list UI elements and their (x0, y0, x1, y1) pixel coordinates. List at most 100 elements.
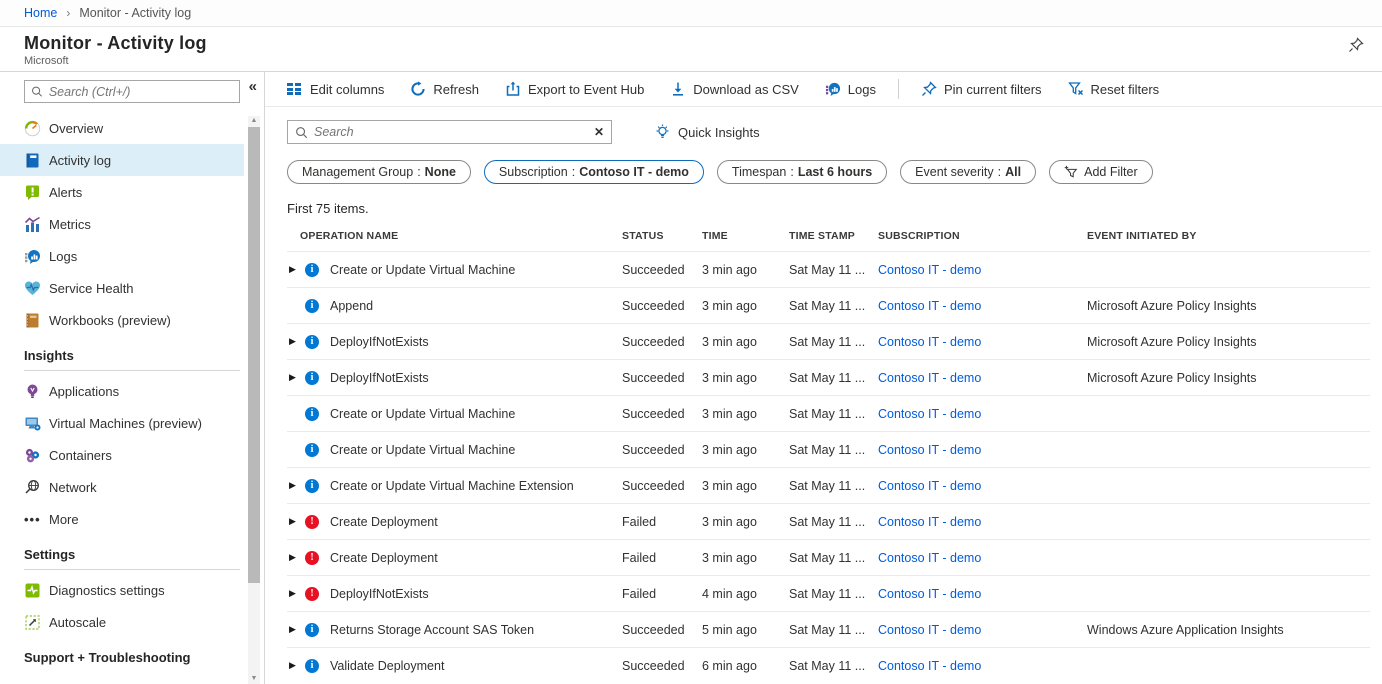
activity-search-input[interactable] (314, 125, 588, 139)
table-row[interactable]: ▶ i DeployIfNotExists Succeeded 3 min ag… (287, 359, 1370, 395)
table-row[interactable]: ▶ ! Create Deployment Failed 3 min ago S… (287, 503, 1370, 539)
sidebar-item-activity-log[interactable]: Activity log (0, 144, 244, 176)
activity-search[interactable]: ✕ (287, 120, 612, 144)
search-icon (295, 126, 308, 139)
sidebar-item-workbooks[interactable]: Workbooks (preview) (0, 304, 244, 336)
table-row[interactable]: ▶ i Returns Storage Account SAS Token Su… (287, 611, 1370, 647)
sidebar-item-label: Workbooks (preview) (49, 313, 171, 328)
table-row[interactable]: ▶ ! Create Deployment Failed 3 min ago S… (287, 539, 1370, 575)
sidebar-item-network[interactable]: Network (0, 471, 244, 503)
table-row[interactable]: ▶ i Create or Update Virtual Machine Suc… (287, 395, 1370, 431)
sidebar-item-virtual-machines[interactable]: Virtual Machines (preview) (0, 407, 244, 439)
time-value: 3 min ago (702, 371, 789, 385)
expand-row-icon[interactable]: ▶ (287, 372, 305, 383)
subscription-link[interactable]: Contoso IT - demo (878, 407, 1087, 421)
severity-icon: i (305, 371, 319, 385)
sidebar-item-metrics[interactable]: Metrics (0, 208, 244, 240)
quick-insights-button[interactable]: Quick Insights (654, 124, 760, 141)
search-icon (31, 85, 43, 98)
sidebar-item-more[interactable]: ••• More (0, 503, 244, 535)
table-row[interactable]: ▶ i Create or Update Virtual Machine Suc… (287, 431, 1370, 467)
filter-pill-subscription[interactable]: Subscription:Contoso IT - demo (484, 160, 704, 184)
refresh-button[interactable]: Refresh (410, 81, 479, 97)
subscription-link[interactable]: Contoso IT - demo (878, 515, 1087, 529)
sidebar-item-alerts[interactable]: Alerts (0, 176, 244, 208)
expand-row-icon[interactable]: ▶ (287, 336, 305, 347)
sidebar-item-containers[interactable]: Containers (0, 439, 244, 471)
sidebar-item-diagnostics-settings[interactable]: Diagnostics settings (0, 574, 244, 606)
subscription-link[interactable]: Contoso IT - demo (878, 263, 1087, 277)
table-row[interactable]: ▶ i DeployIfNotExists Succeeded 3 min ag… (287, 323, 1370, 359)
sidebar-item-autoscale[interactable]: Autoscale (0, 606, 244, 638)
expand-row-icon[interactable]: ▶ (287, 588, 305, 599)
sidebar-item-overview[interactable]: Overview (0, 112, 244, 144)
expand-row-icon[interactable]: ▶ (287, 552, 305, 563)
column-header[interactable]: TIME (702, 230, 789, 242)
sidebar-item-logs[interactable]: Logs (0, 240, 244, 272)
sidebar-item-applications[interactable]: Applications (0, 375, 244, 407)
expand-row-icon[interactable]: ▶ (287, 624, 305, 635)
edit-columns-icon (287, 81, 303, 97)
status-value: Succeeded (622, 443, 702, 457)
pin-current-filters-button[interactable]: Pin current filters (921, 81, 1042, 97)
table-row[interactable]: ▶ i Create or Update Virtual Machine Ext… (287, 467, 1370, 503)
column-header[interactable]: EVENT INITIATED BY (1087, 230, 1370, 242)
subscription-link[interactable]: Contoso IT - demo (878, 623, 1087, 637)
timestamp-value: Sat May 11 ... (789, 443, 878, 457)
scrollbar-up-arrow-icon[interactable]: ▲ (248, 116, 260, 126)
quick-insights-label: Quick Insights (678, 125, 760, 140)
pin-blade-icon[interactable] (1348, 37, 1364, 53)
edit-columns-button[interactable]: Edit columns (287, 81, 384, 97)
sidebar-search[interactable] (24, 80, 240, 103)
alert-icon (24, 184, 41, 201)
table-row[interactable]: ▶ ! DeployIfNotExists Failed 4 min ago S… (287, 575, 1370, 611)
subscription-link[interactable]: Contoso IT - demo (878, 335, 1087, 349)
column-header[interactable]: SUBSCRIPTION (878, 230, 1087, 242)
event-initiated-by: Microsoft Azure Policy Insights (1087, 335, 1370, 349)
export-event-hub-button[interactable]: Export to Event Hub (505, 81, 644, 97)
severity-icon: i (305, 659, 319, 673)
column-header[interactable]: OPERATION NAME (287, 230, 622, 242)
status-value: Succeeded (622, 263, 702, 277)
subscription-link[interactable]: Contoso IT - demo (878, 551, 1087, 565)
filter-pill-management-group[interactable]: Management Group:None (287, 160, 471, 184)
table-row[interactable]: ▶ i Create or Update Virtual Machine Suc… (287, 251, 1370, 287)
timestamp-value: Sat May 11 ... (789, 515, 878, 529)
status-value: Succeeded (622, 479, 702, 493)
expand-row-icon[interactable]: ▶ (287, 516, 305, 527)
breadcrumb-home-link[interactable]: Home (24, 6, 57, 20)
subscription-link[interactable]: Contoso IT - demo (878, 443, 1087, 457)
subscription-link[interactable]: Contoso IT - demo (878, 587, 1087, 601)
sidebar-search-input[interactable] (49, 85, 233, 99)
sidebar-scrollbar-thumb[interactable] (248, 127, 260, 583)
column-header[interactable]: TIME STAMP (789, 230, 878, 242)
subscription-link[interactable]: Contoso IT - demo (878, 371, 1087, 385)
subscription-link[interactable]: Contoso IT - demo (878, 479, 1087, 493)
page-title: Monitor - Activity log (24, 33, 1382, 54)
health-icon (24, 280, 41, 297)
expand-row-icon[interactable]: ▶ (287, 480, 305, 491)
clear-search-icon[interactable]: ✕ (588, 125, 604, 139)
operation-name: Create Deployment (329, 551, 622, 565)
diagnostics-icon (24, 582, 41, 599)
download-csv-button[interactable]: Download as CSV (670, 81, 799, 97)
filter-pill-event-severity[interactable]: Event severity:All (900, 160, 1036, 184)
expand-row-icon[interactable]: ▶ (287, 264, 305, 275)
sidebar-scrollbar[interactable]: ▲ ▼ (248, 116, 260, 684)
table-row[interactable]: ▶ i Append Succeeded 3 min ago Sat May 1… (287, 287, 1370, 323)
scrollbar-down-arrow-icon[interactable]: ▼ (248, 674, 260, 684)
sidebar-item-service-health[interactable]: Service Health (0, 272, 244, 304)
sidebar-collapse-icon[interactable]: « (249, 78, 257, 95)
sidebar-item-label: Applications (49, 384, 119, 399)
status-value: Succeeded (622, 659, 702, 673)
time-value: 6 min ago (702, 659, 789, 673)
reset-filters-button[interactable]: Reset filters (1068, 81, 1160, 97)
expand-row-icon[interactable]: ▶ (287, 660, 305, 671)
filter-pill-timespan[interactable]: Timespan:Last 6 hours (717, 160, 887, 184)
subscription-link[interactable]: Contoso IT - demo (878, 299, 1087, 313)
table-row[interactable]: ▶ i Validate Deployment Succeeded 6 min … (287, 647, 1370, 683)
subscription-link[interactable]: Contoso IT - demo (878, 659, 1087, 673)
column-header[interactable]: STATUS (622, 230, 702, 242)
add-filter-button[interactable]: Add Filter (1049, 160, 1153, 184)
logs-button[interactable]: Logs (825, 81, 876, 97)
